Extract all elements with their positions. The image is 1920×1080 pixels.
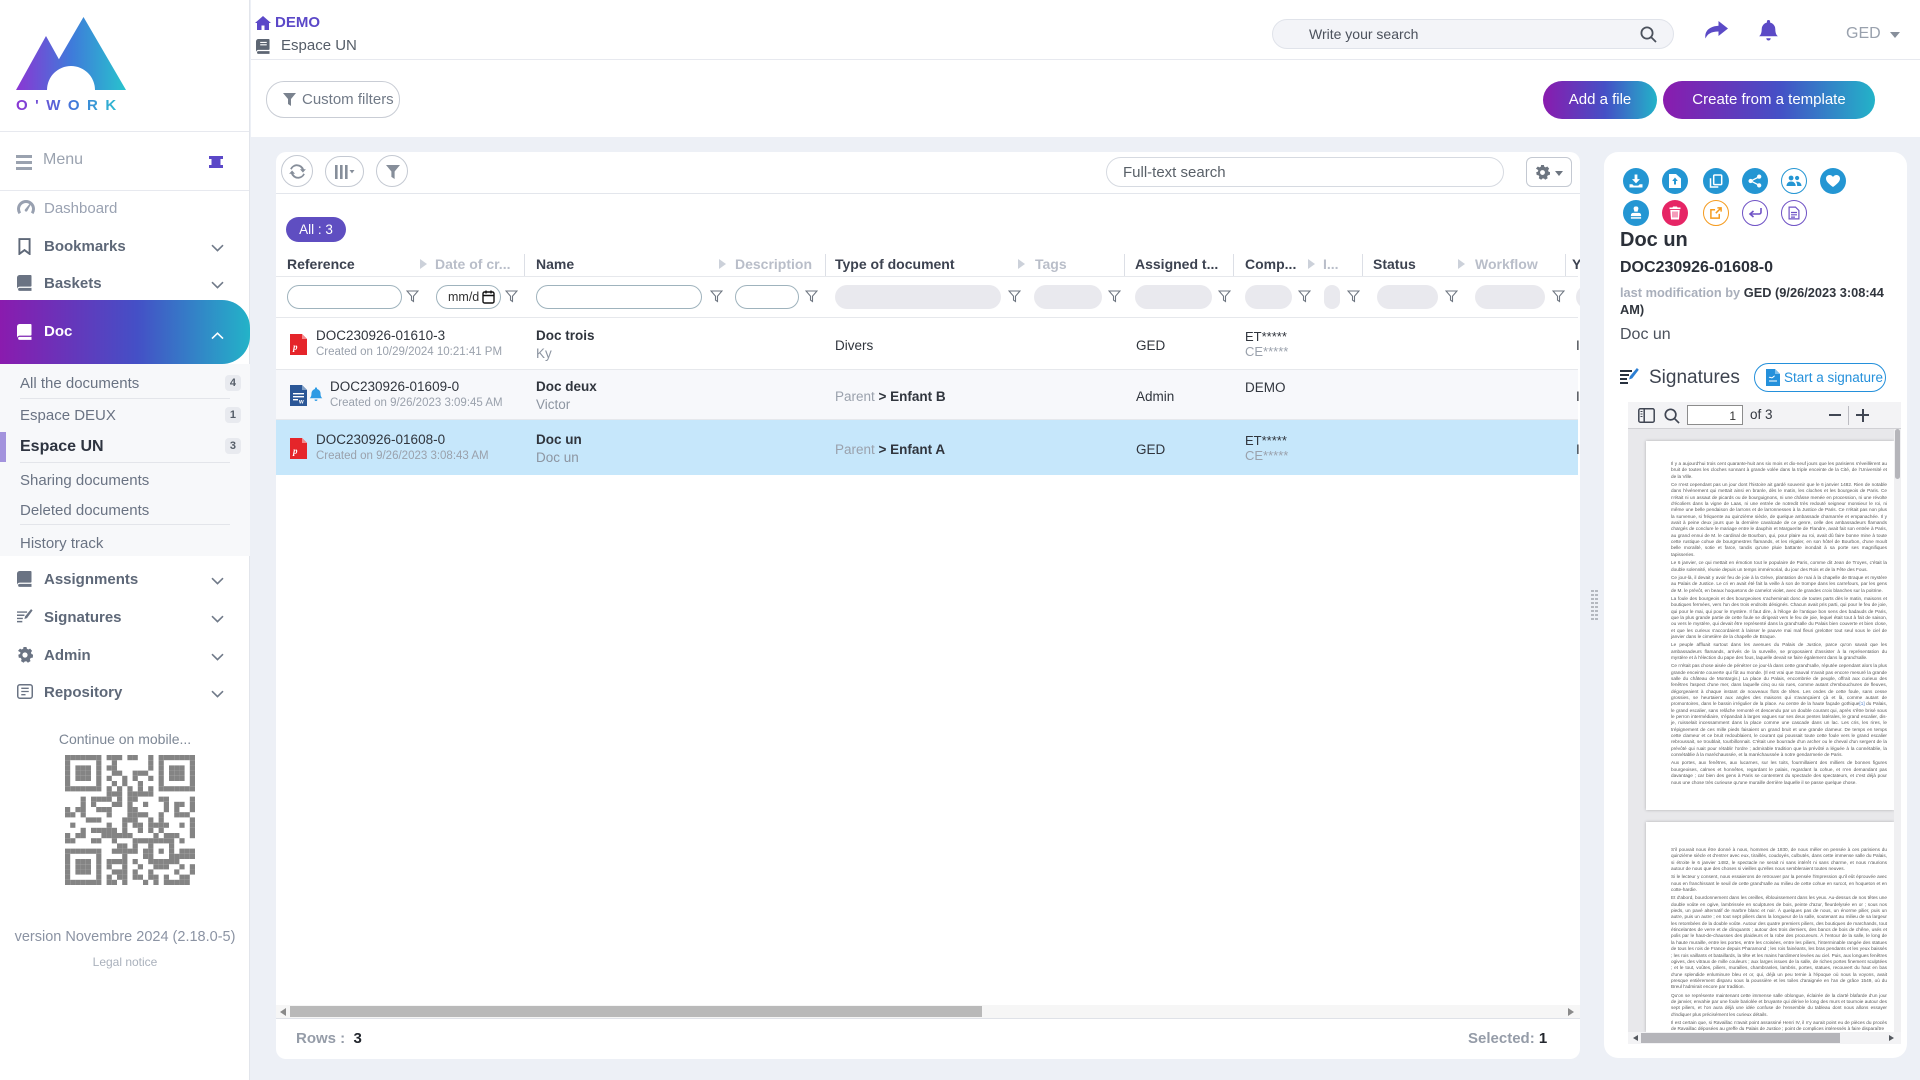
- svg-text:p: p: [292, 342, 298, 352]
- svg-text:O'WORK: O'WORK: [16, 97, 124, 112]
- svg-text:p: p: [292, 446, 298, 456]
- svg-text:w: w: [298, 400, 304, 406]
